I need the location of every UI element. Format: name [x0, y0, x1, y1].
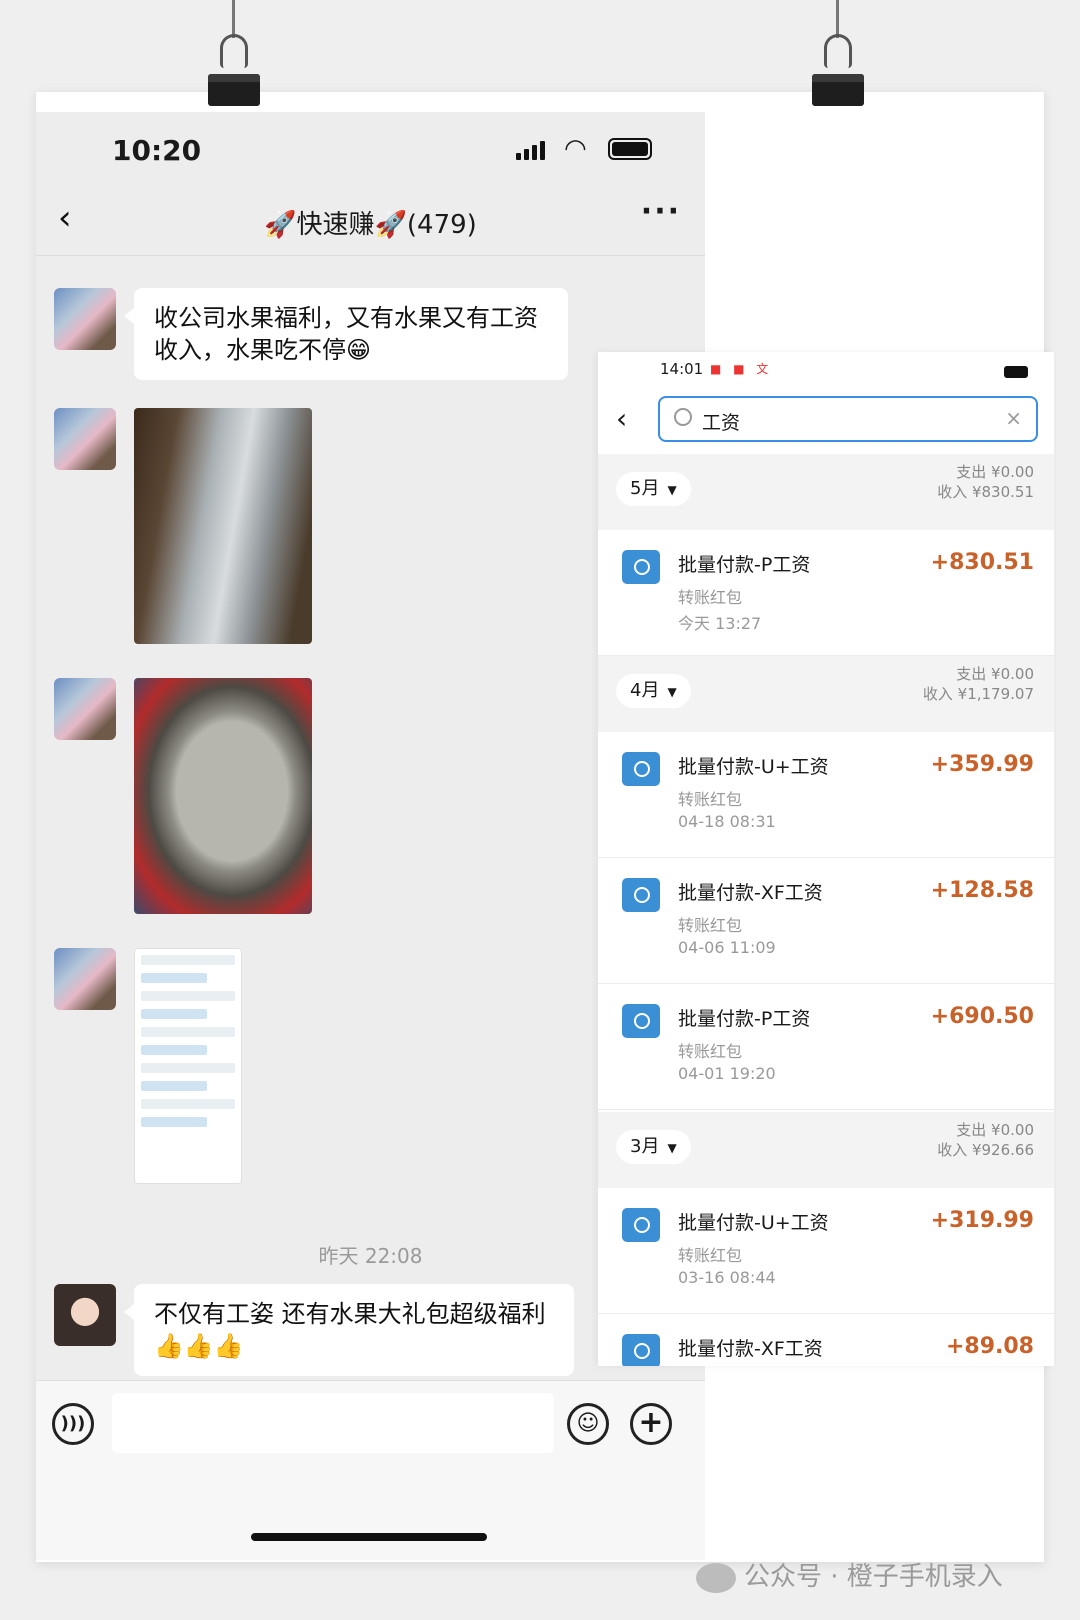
month-header: 5月 ▼ 支出 ¥0.00 收入 ¥830.51: [598, 454, 1054, 530]
chat-header: ‹ 🚀快速赚🚀(479) ···: [36, 182, 705, 256]
image-message-melon[interactable]: [134, 678, 312, 914]
battery-icon: [608, 138, 652, 160]
message-bubble[interactable]: 不仅有工姿 还有水果大礼包超级福利👍👍👍: [124, 1284, 574, 1376]
avatar[interactable]: [54, 948, 116, 1010]
transaction-row[interactable]: 批量付款-U+工资 转账红包 03-16 08:44 +319.99: [598, 1188, 1054, 1314]
payment-icon: [622, 1334, 660, 1366]
avatar[interactable]: [54, 288, 116, 350]
voice-icon[interactable]: ))): [52, 1403, 94, 1445]
avatar[interactable]: [54, 1284, 116, 1346]
avatar[interactable]: [54, 408, 116, 470]
transaction-amount: +128.58: [930, 878, 1034, 903]
month-summary: 支出 ¥0.00 收入 ¥830.51: [937, 463, 1034, 501]
transaction-row[interactable]: 批量付款-XF工资 +89.08: [598, 1314, 1054, 1366]
watermark: 公众号 · 橙子手机录入: [696, 1556, 1003, 1593]
transaction-row[interactable]: 批量付款-P工资 转账红包 04-01 19:20 +690.50: [598, 984, 1054, 1110]
status-time: 10:20: [112, 134, 202, 167]
search-value: 工资: [702, 412, 741, 434]
wifi-icon: ◠: [564, 134, 587, 164]
image-message-fruit-bag[interactable]: [134, 408, 312, 644]
caret-down-icon: ▼: [667, 685, 677, 699]
transaction-row[interactable]: 批量付款-U+工资 转账红包 04-18 08:31 +359.99: [598, 732, 1054, 858]
close-icon[interactable]: ×: [1005, 406, 1022, 430]
chevron-left-icon[interactable]: ‹: [616, 402, 627, 435]
payment-icon: [622, 1004, 660, 1038]
month-selector[interactable]: 3月 ▼: [616, 1130, 691, 1164]
caret-down-icon: ▼: [667, 1141, 677, 1155]
payment-icon: [622, 550, 660, 584]
battery-icon: [1004, 366, 1028, 378]
transaction-row[interactable]: 批量付款-XF工资 转账红包 04-06 11:09 +128.58: [598, 858, 1054, 984]
month-summary: 支出 ¥0.00 收入 ¥926.66: [937, 1121, 1034, 1159]
search-icon: [674, 408, 692, 426]
transaction-amount: +319.99: [930, 1208, 1034, 1233]
transaction-amount: +690.50: [930, 1004, 1034, 1029]
emoji-icon[interactable]: ☺: [567, 1403, 609, 1445]
message-input[interactable]: [112, 1393, 554, 1453]
plus-icon[interactable]: +: [630, 1403, 672, 1445]
payment-icon: [622, 1208, 660, 1242]
month-selector[interactable]: 5月 ▼: [616, 472, 691, 506]
month-summary: 支出 ¥0.00 收入 ¥1,179.07: [922, 665, 1034, 703]
payment-icon: [622, 878, 660, 912]
transaction-amount: +89.08: [945, 1334, 1034, 1359]
avatar[interactable]: [54, 678, 116, 740]
status-time: 14:01: [660, 360, 704, 378]
binder-clip-right: [806, 0, 870, 108]
status-bar: 10:20 ◠: [36, 112, 705, 182]
caret-down-icon: ▼: [667, 483, 677, 497]
wechat-icon: [696, 1562, 736, 1593]
month-selector[interactable]: 4月 ▼: [616, 674, 691, 708]
group-title: 🚀快速赚🚀(479): [264, 210, 477, 240]
search-input[interactable]: 工资 ×: [658, 396, 1038, 442]
chat-input-bar: ))) ☺ +: [36, 1380, 705, 1560]
wallet-search-screen: 14:01 ■ ■ 文 ‹ 工资 × 5月 ▼ 支出 ¥0.00 收入 ¥830.…: [598, 352, 1054, 1366]
more-dots-icon[interactable]: ···: [641, 194, 681, 229]
transaction-row[interactable]: 批量付款-P工资 转账红包 今天 13:27 +830.51: [598, 530, 1054, 656]
binder-clip-left: [202, 0, 266, 108]
status-bar: 14:01 ■ ■ 文: [598, 352, 1054, 390]
image-message-screenshot-thumbnail[interactable]: [134, 948, 242, 1184]
month-header: 4月 ▼ 支出 ¥0.00 收入 ¥1,179.07: [598, 656, 1054, 732]
home-indicator[interactable]: [251, 1533, 487, 1541]
month-header: 3月 ▼ 支出 ¥0.00 收入 ¥926.66: [598, 1112, 1054, 1188]
transaction-amount: +359.99: [930, 752, 1034, 777]
transaction-amount: +830.51: [930, 550, 1034, 575]
payment-icon: [622, 752, 660, 786]
message-bubble[interactable]: 收公司水果福利，又有水果又有工资收入，水果吃不停😁: [124, 288, 568, 380]
notification-icons: ■ ■ 文: [710, 362, 773, 376]
signal-icon: [516, 140, 545, 160]
search-row: ‹ 工资 ×: [598, 390, 1054, 454]
